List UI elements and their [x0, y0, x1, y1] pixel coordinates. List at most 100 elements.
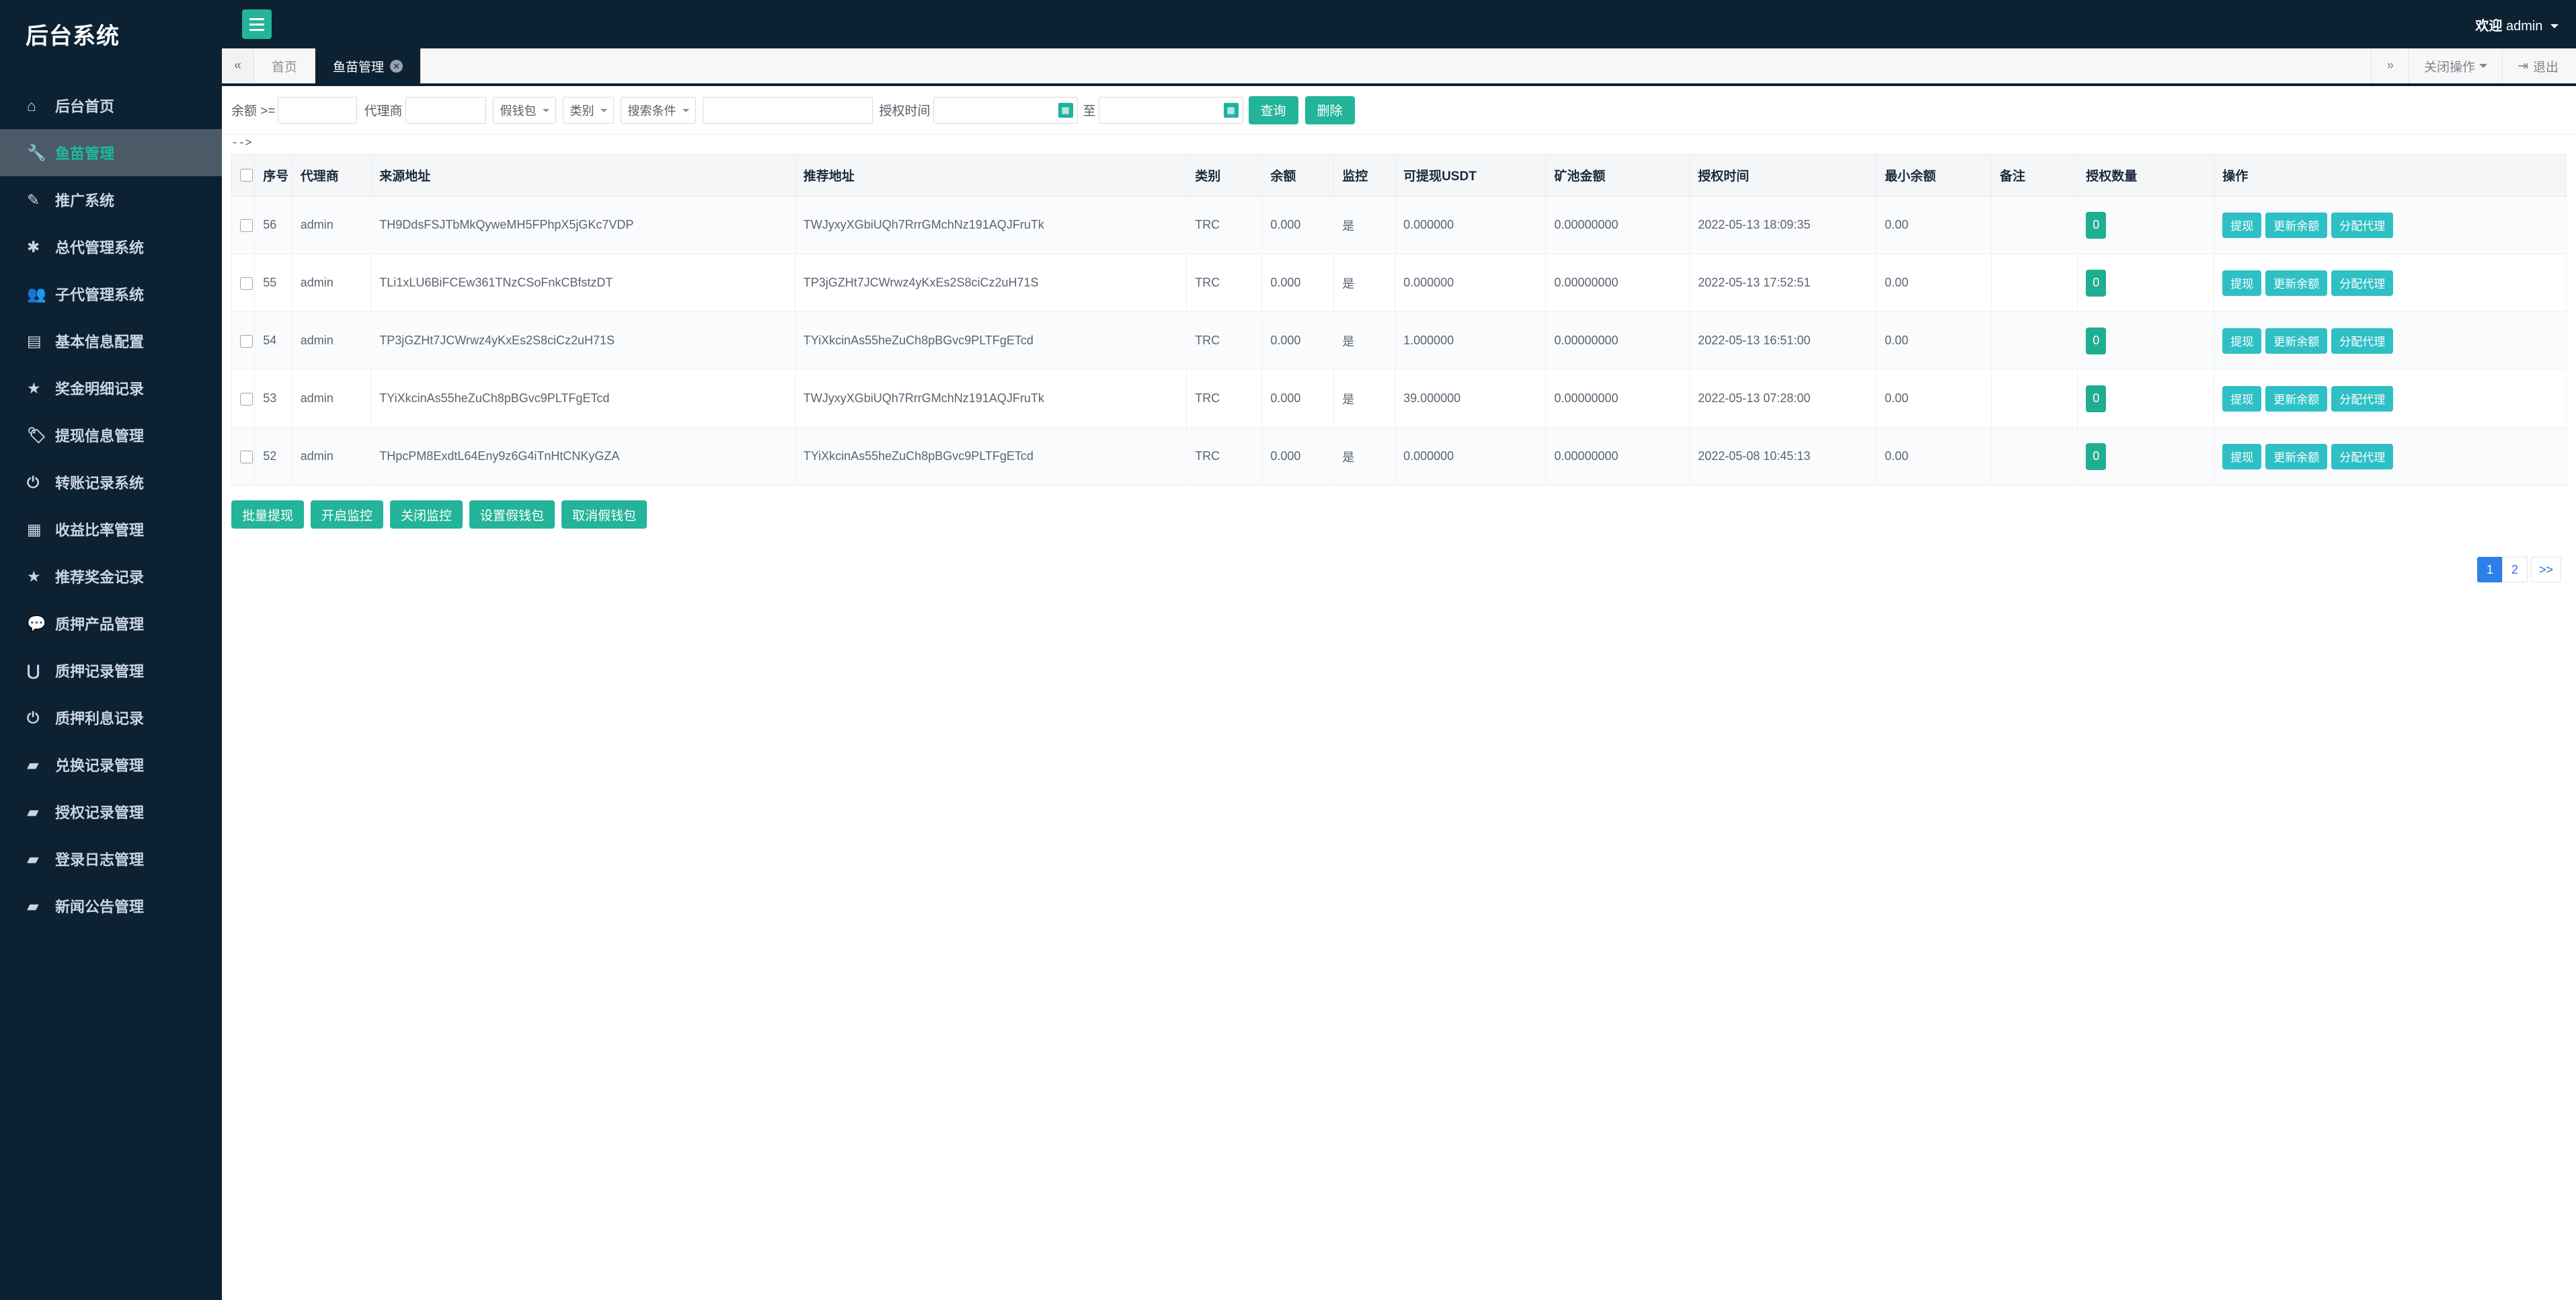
- bulk-action-3[interactable]: 设置假钱包: [469, 500, 555, 529]
- row-action-1[interactable]: 更新余额: [2265, 212, 2328, 238]
- fake-wallet-select[interactable]: 假钱包: [492, 96, 556, 124]
- row-action-2[interactable]: 分配代理: [2331, 443, 2394, 469]
- html-comment-artifact: -->: [231, 137, 252, 150]
- user-menu[interactable]: 欢迎 admin: [2475, 15, 2559, 34]
- bulk-action-0[interactable]: 批量提现: [231, 500, 305, 529]
- cell-referrer-address: TYiXkcinAs55heZuCh8pBGvc9PLTFgETcd: [795, 427, 1187, 486]
- sidebar-item-8[interactable]: ⏻ 转账记录系统: [0, 459, 222, 506]
- calendar-icon[interactable]: ▦: [1058, 102, 1073, 118]
- sidebar-item-1[interactable]: 🔧 鱼苗管理: [0, 129, 222, 176]
- auth-count-badge[interactable]: 0: [2086, 385, 2107, 412]
- cell-monitor: 是: [1333, 311, 1396, 370]
- auth-count-badge[interactable]: 0: [2086, 327, 2107, 354]
- row-action-0[interactable]: 提现: [2222, 212, 2262, 238]
- tab-scroll-left-icon[interactable]: «: [222, 48, 254, 83]
- search-condition-select[interactable]: 搜索条件: [620, 96, 696, 124]
- sidebar-item-16[interactable]: ▰ 登录日志管理: [0, 835, 222, 882]
- row-action-2[interactable]: 分配代理: [2331, 385, 2394, 412]
- cell-pool-amount: 0.00000000: [1545, 311, 1690, 370]
- sidebar: 后台系统 ⌂ 后台首页 🔧 鱼苗管理 ✎ 推广系统 ✱ 总代管理系统 👥 子代管理系统 ▤ 基本信息配…: [0, 0, 222, 1300]
- sidebar-item-17[interactable]: ▰ 新闻公告管理: [0, 882, 222, 929]
- keyword-input[interactable]: [702, 96, 873, 124]
- row-action-2[interactable]: 分配代理: [2331, 328, 2394, 354]
- sidebar-item-12[interactable]: ⋃ 质押记录管理: [0, 647, 222, 694]
- column-header-8: 可提现USDT: [1395, 154, 1547, 196]
- row-action-1[interactable]: 更新余额: [2265, 328, 2328, 354]
- balance-input[interactable]: [278, 96, 358, 124]
- row-action-0[interactable]: 提现: [2222, 328, 2262, 354]
- tab-scroll-right-icon[interactable]: »: [2372, 48, 2410, 83]
- row-action-0[interactable]: 提现: [2222, 443, 2262, 469]
- date-start-input[interactable]: [933, 96, 1078, 124]
- column-header-13: 授权数量: [2077, 154, 2215, 196]
- sidebar-item-label: 新闻公告管理: [55, 898, 145, 915]
- page-button-2[interactable]: 2: [2501, 557, 2528, 582]
- sidebar-item-14[interactable]: ▰ 兑换记录管理: [0, 741, 222, 788]
- close-icon[interactable]: ✕: [390, 59, 403, 73]
- sidebar-item-13[interactable]: ⏻ 质押利息记录: [0, 694, 222, 741]
- sidebar-item-label: 收益比率管理: [55, 522, 145, 539]
- sidebar-item-0[interactable]: ⌂ 后台首页: [0, 82, 222, 129]
- query-button[interactable]: 查询: [1248, 95, 1298, 124]
- bulk-action-1[interactable]: 开启监控: [311, 500, 384, 529]
- row-action-1[interactable]: 更新余额: [2265, 270, 2328, 296]
- cell-referrer-address: TP3jGZHt7JCWrwz4yKxEs2S8ciCz2uH71S: [795, 254, 1187, 312]
- fish-table: 序号 代理商 来源地址 推荐地址 类别 余额 监控 可提现USDT 矿池金额 授权时间 最小余额 备注…: [231, 154, 2567, 486]
- page-button-1[interactable]: 1: [2476, 557, 2503, 582]
- checkbox-icon[interactable]: [240, 168, 253, 182]
- sidebar-item-3[interactable]: ✱ 总代管理系统: [0, 223, 222, 270]
- fake-wallet-select-label: 假钱包: [500, 104, 537, 118]
- cell-id: 54: [254, 311, 292, 370]
- table-row: 53 admin TYiXkcinAs55heZuCh8pBGvc9PLTFgETc…: [231, 369, 2567, 428]
- sidebar-item-6[interactable]: ★ 奖金明细记录: [0, 365, 222, 412]
- cell-category: TRC: [1186, 427, 1263, 486]
- sidebar-item-label: 登录日志管理: [55, 851, 145, 868]
- chevron-down-icon: [682, 108, 689, 112]
- close-ops-menu[interactable]: 关闭操作: [2409, 48, 2503, 83]
- wrench-icon: 🔧: [27, 143, 46, 161]
- bulk-action-4[interactable]: 取消假钱包: [561, 500, 648, 529]
- sidebar-item-7[interactable]: 🏷 提现信息管理: [0, 412, 222, 459]
- row-action-1[interactable]: 更新余额: [2265, 385, 2328, 412]
- sidebar-item-11[interactable]: 💬 质押产品管理: [0, 600, 222, 647]
- tab-home[interactable]: 首页: [254, 48, 316, 83]
- row-action-2[interactable]: 分配代理: [2331, 270, 2394, 296]
- row-action-0[interactable]: 提现: [2222, 385, 2262, 412]
- checkbox-icon[interactable]: [240, 450, 253, 463]
- search-toolbar: 余额 >= 代理商 假钱包 类别 搜索条件 授权时间 ▦ 至 ▦ 查询 删除: [222, 86, 2576, 135]
- calendar-icon[interactable]: ▦: [1223, 102, 1239, 118]
- checkbox-icon[interactable]: [240, 219, 253, 232]
- row-action-0[interactable]: 提现: [2222, 270, 2262, 296]
- checkbox-icon[interactable]: [240, 334, 253, 348]
- logout-icon: ⇥: [2518, 59, 2528, 73]
- agent-input[interactable]: [405, 96, 486, 124]
- cell-auth-time: 2022-05-08 10:45:13: [1689, 427, 1877, 486]
- date-end-input[interactable]: [1098, 96, 1243, 124]
- auth-count-badge[interactable]: 0: [2086, 443, 2107, 470]
- checkbox-icon[interactable]: [240, 276, 253, 290]
- asterisk-icon: ✱: [27, 237, 40, 256]
- hamburger-icon[interactable]: [242, 9, 272, 39]
- bulk-action-2[interactable]: 关闭监控: [390, 500, 463, 529]
- power-icon: ⏻: [27, 473, 40, 491]
- row-action-2[interactable]: 分配代理: [2331, 212, 2394, 238]
- cell-referrer-address: TYiXkcinAs55heZuCh8pBGvc9PLTFgETcd: [795, 311, 1187, 370]
- cell-auth-time: 2022-05-13 07:28:00: [1689, 369, 1877, 428]
- tab-fish-management[interactable]: 鱼苗管理 ✕: [315, 48, 422, 83]
- next-page-button[interactable]: >>: [2530, 557, 2561, 582]
- row-action-1[interactable]: 更新余额: [2265, 443, 2328, 469]
- checkbox-icon[interactable]: [240, 392, 253, 406]
- sidebar-item-5[interactable]: ▤ 基本信息配置: [0, 317, 222, 365]
- sidebar-item-2[interactable]: ✎ 推广系统: [0, 176, 222, 223]
- auth-count-badge[interactable]: 0: [2086, 269, 2107, 297]
- auth-count-badge[interactable]: 0: [2086, 211, 2107, 239]
- delete-button[interactable]: 删除: [1304, 95, 1355, 124]
- logout-button[interactable]: ⇥ 退出: [2503, 48, 2576, 83]
- category-select[interactable]: 类别: [562, 96, 614, 124]
- cell-monitor: 是: [1333, 369, 1396, 428]
- sidebar-item-9[interactable]: ▦ 收益比率管理: [0, 506, 222, 553]
- sidebar-item-10[interactable]: ★ 推荐奖金记录: [0, 553, 222, 600]
- sidebar-item-15[interactable]: ▰ 授权记录管理: [0, 788, 222, 835]
- sidebar-item-label: 子代管理系统: [55, 286, 145, 303]
- sidebar-item-4[interactable]: 👥 子代管理系统: [0, 270, 222, 317]
